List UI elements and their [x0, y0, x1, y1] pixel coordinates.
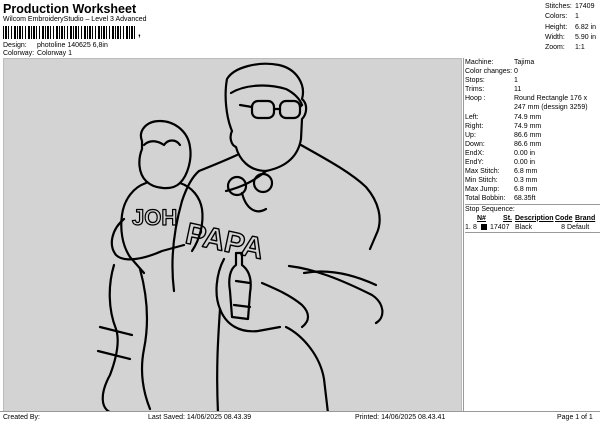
stats-summary: Stitches: 17409 Colors: 1 Height: 6.82 in W…	[545, 2, 600, 53]
child-lettering: JOH	[132, 205, 177, 230]
design-preview: PAPA JOH	[3, 58, 462, 412]
stat-colors: Colors: 1	[545, 13, 579, 21]
info-max-jump: Max Jump: 6.8 mm	[465, 186, 538, 194]
software-subtitle: Wilcom EmbroideryStudio – Level 3 Advanc…	[3, 16, 147, 23]
info-hoop: Hoop : Round Rectangle 176 x 247 mm (dess…	[465, 95, 588, 112]
worksheet-title: Production Worksheet	[3, 2, 137, 16]
info-endx: EndX: 0.00 in	[465, 149, 536, 157]
info-max-stitch: Max Stitch: 6.8 mm	[465, 168, 538, 176]
design-label: Design:	[3, 42, 27, 49]
footer: Created By: Last Saved: 14/06/2025 08.43…	[0, 411, 600, 424]
info-machine: Machine: Tajima	[465, 59, 535, 66]
info-color-changes: Color changes: 0	[465, 68, 518, 76]
last-saved: Last Saved: 14/06/2025 08.43.39	[148, 414, 252, 421]
colorway-value: Colorway 1	[37, 50, 73, 57]
info-right: Right: 74.9 mm	[465, 122, 542, 130]
color-swatch	[481, 223, 487, 230]
machine-info-panel: Machine: Tajima Color changes: 0 Stops: 1 T…	[465, 58, 600, 233]
barcode-suffix: ,	[138, 28, 141, 39]
page-number: Page 1 of 1	[557, 414, 593, 421]
printed-date: Printed: 14/06/2025 08.43.41	[355, 414, 446, 421]
design-value: photoline 140625 6,8in	[37, 42, 108, 49]
stop-sequence-title: Stop Sequence:	[465, 204, 600, 213]
col-description: Description	[515, 214, 554, 222]
panel-divider	[463, 58, 464, 411]
stat-height: Height: 6.82 in	[545, 23, 597, 31]
info-stops: Stops: 1	[465, 77, 518, 85]
created-by: Created By:	[3, 414, 40, 421]
stat-zoom: Zoom: 1:1	[545, 44, 585, 52]
col-st: St.	[503, 214, 512, 222]
col-n: N#	[477, 214, 486, 222]
info-left: Left: 74.9 mm	[465, 113, 542, 121]
embroidery-artwork: PAPA JOH	[96, 62, 384, 411]
info-endy: EndY: 0.00 in	[465, 159, 536, 167]
stop-sequence-row: 1. 8 17407 Black 8 Default	[465, 223, 600, 233]
stop-sequence-header: N# St. Description Code Brand	[465, 214, 600, 223]
colorway-label: Colorway:	[3, 50, 35, 57]
col-code: Code	[555, 214, 573, 222]
info-total-bobbin: Total Bobbin: 68.35ft	[465, 195, 536, 203]
info-down: Down: 86.6 mm	[465, 140, 542, 148]
stat-width: Width: 5.90 in	[545, 33, 597, 41]
info-up: Up: 86.6 mm	[465, 131, 542, 139]
info-min-stitch: Min Stitch: 0.3 mm	[465, 177, 538, 185]
col-brand: Brand	[575, 214, 596, 222]
info-trims: Trims: 11	[465, 86, 522, 94]
barcode	[3, 26, 137, 39]
stat-stitches: Stitches: 17409	[545, 3, 595, 10]
